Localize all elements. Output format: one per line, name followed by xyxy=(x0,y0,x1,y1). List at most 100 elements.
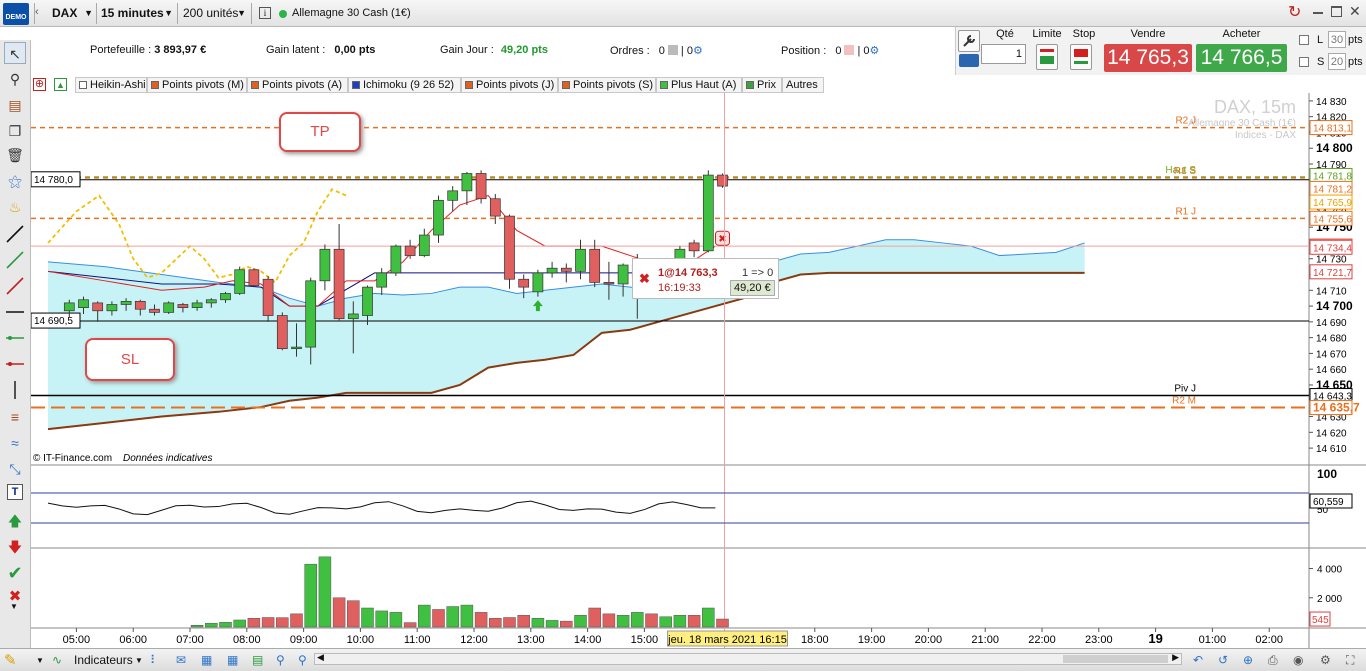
indicator-tab-4[interactable]: Points pivots (J) xyxy=(461,77,558,93)
fibonacci-icon[interactable]: ≡ xyxy=(4,406,26,428)
indicators-icon[interactable]: ∿ xyxy=(52,652,70,669)
chat-icon[interactable]: ✉ xyxy=(176,652,186,669)
zoom-in-icon[interactable]: ⚲ xyxy=(276,652,285,669)
checkmark-icon[interactable]: ✔ xyxy=(4,562,26,584)
redo-icon[interactable]: ↺ xyxy=(1218,652,1228,669)
candle xyxy=(234,269,246,294)
copy-icon[interactable]: ❐ xyxy=(4,120,26,142)
indicator-color-icon xyxy=(660,81,668,89)
wrench-icon[interactable] xyxy=(958,30,980,52)
buy-arrow-icon[interactable]: 🡅 xyxy=(4,510,26,532)
restore-icon[interactable]: ↻ xyxy=(1288,4,1306,22)
volume-bar xyxy=(446,606,459,628)
chart-view-icon[interactable]: ▤ xyxy=(252,652,263,669)
back-icon[interactable]: ‹ xyxy=(35,6,45,18)
alert-clear-icon[interactable]: ⚝ xyxy=(4,170,26,192)
share-icon[interactable]: ⠇ xyxy=(150,652,159,669)
zoom-out-icon[interactable]: ⚲ xyxy=(298,652,307,669)
indicator-tab-5[interactable]: Points pivots (S) xyxy=(558,77,656,93)
oscillator-line xyxy=(47,500,716,516)
add-indicator-icon[interactable]: ⊕ xyxy=(33,78,46,91)
units-dropdown[interactable]: 200 unités ▼ xyxy=(179,4,249,23)
indicator-label: Points pivots (M) xyxy=(162,79,244,91)
volume-bar xyxy=(545,620,559,628)
indicator-tab-7[interactable]: Prix xyxy=(742,77,782,93)
candle xyxy=(546,267,558,274)
qty-input[interactable]: 1 xyxy=(981,44,1026,64)
toolbar-scroll-down-icon[interactable]: ▼ xyxy=(10,602,18,611)
chart-scrollbar[interactable]: ◀ ▶ xyxy=(314,652,1182,665)
trendline-icon[interactable] xyxy=(4,224,26,246)
horizontal-line-icon[interactable] xyxy=(4,302,26,324)
pencil-icon[interactable]: ✎ xyxy=(4,652,24,669)
scroll-right-icon[interactable]: ▶ xyxy=(1172,652,1179,663)
indicator-tab-0[interactable]: Heikin-Ashi xyxy=(75,77,147,93)
app-logo: DEMO xyxy=(3,3,29,25)
horizontal-line-green-icon[interactable] xyxy=(4,328,26,350)
undo-icon[interactable]: ↶ xyxy=(1193,652,1203,669)
minimize-icon[interactable] xyxy=(1313,12,1323,14)
position[interactable]: Position : 0 | 0⚙ xyxy=(781,44,879,57)
chart-area[interactable]: DAX, 15mAllemagne 30 Cash (1€)Indices - … xyxy=(31,93,1366,648)
camera-icon[interactable]: ◉ xyxy=(1293,652,1303,669)
close-icon[interactable]: ✕ xyxy=(1349,3,1361,20)
l-pts-input[interactable]: 30 xyxy=(1328,31,1346,48)
settings-icon[interactable]: ⚙ xyxy=(1320,652,1331,669)
volume-bar xyxy=(687,615,701,628)
volume-bar xyxy=(474,612,488,628)
calendar-icon[interactable]: ▦ xyxy=(201,652,212,669)
text-tool-icon[interactable]: T xyxy=(7,484,23,500)
zoom-icon[interactable]: ⚲ xyxy=(4,68,26,90)
chevron-down-icon[interactable]: ▼ xyxy=(135,652,143,669)
s-pts-input[interactable]: 20 xyxy=(1328,53,1346,70)
volume-bar xyxy=(247,617,261,628)
trendline-red-icon[interactable] xyxy=(4,276,26,298)
trendline-green-icon[interactable] xyxy=(4,250,26,272)
pointer-icon[interactable]: ↖ xyxy=(4,42,26,64)
print-icon[interactable]: ⎙ xyxy=(1268,652,1278,669)
channel-icon[interactable]: ⤡ xyxy=(4,458,26,480)
volume-bar xyxy=(432,609,445,628)
indicator-tab-1[interactable]: Points pivots (M) xyxy=(147,77,247,93)
l-label: L xyxy=(1317,34,1324,46)
indicator-color-icon xyxy=(251,81,259,89)
trade-popup[interactable]: ✖ 1@14 763,3 16:19:33 1 => 0 49,20 € xyxy=(632,258,779,299)
y-tick-label: 14 800 xyxy=(1316,141,1353,155)
candle xyxy=(305,280,317,348)
limit-order-button[interactable] xyxy=(1036,44,1058,70)
info-icon[interactable]: i xyxy=(259,7,271,19)
ruler-icon[interactable]: ▤ xyxy=(4,94,26,116)
chevron-down-icon[interactable]: ▼ xyxy=(36,652,44,669)
sell-arrow-icon[interactable]: 🡇 xyxy=(4,536,26,558)
crosshair-icon[interactable]: ⊕ xyxy=(1243,652,1253,669)
s-checkbox[interactable] xyxy=(1299,57,1309,67)
grid-icon[interactable]: ▦ xyxy=(227,652,238,669)
popup-ratio: 1 => 0 xyxy=(742,267,774,279)
orders[interactable]: Ordres : 0 | 0⚙ xyxy=(610,44,703,57)
close-trade-icon[interactable]: ✖ xyxy=(639,271,650,287)
sell-button[interactable]: 14 765,3 xyxy=(1104,44,1192,72)
scroll-left-icon[interactable]: ◀ xyxy=(317,652,324,663)
fibonacci-fan-icon[interactable]: ≈ xyxy=(4,432,26,454)
volume-bar xyxy=(190,624,204,628)
scrollbar-thumb[interactable] xyxy=(1063,655,1168,663)
keyboard-icon[interactable] xyxy=(959,54,979,67)
indicator-tab-2[interactable]: Points pivots (A) xyxy=(247,77,348,93)
indicator-tab-6[interactable]: Plus Haut (A) xyxy=(656,77,742,93)
fullscreen-icon[interactable]: ⛶ xyxy=(1346,652,1354,669)
indicators-button[interactable]: Indicateurs xyxy=(74,652,133,669)
add-price-indicator-icon[interactable]: ▲ xyxy=(54,78,67,91)
trash-icon[interactable]: 🗑 xyxy=(4,144,26,166)
stop-order-button[interactable] xyxy=(1070,44,1092,70)
horizontal-line-red-icon[interactable] xyxy=(4,354,26,376)
x-tick-label: 23:00 xyxy=(1085,634,1113,646)
indicator-tab-3[interactable]: Ichimoku (9 26 52) xyxy=(348,77,461,93)
bell-icon[interactable]: ♨ xyxy=(4,196,26,218)
vertical-line-icon[interactable] xyxy=(4,380,26,402)
timeframe-dropdown[interactable]: 15 minutes ▼ xyxy=(97,4,176,23)
maximize-icon[interactable] xyxy=(1331,6,1342,17)
indicator-tab-8[interactable]: Autres xyxy=(782,77,824,93)
l-checkbox[interactable] xyxy=(1299,35,1309,45)
buy-button[interactable]: 14 766,5 xyxy=(1196,44,1287,72)
instrument-dropdown[interactable]: DAX ▼ xyxy=(48,4,96,23)
